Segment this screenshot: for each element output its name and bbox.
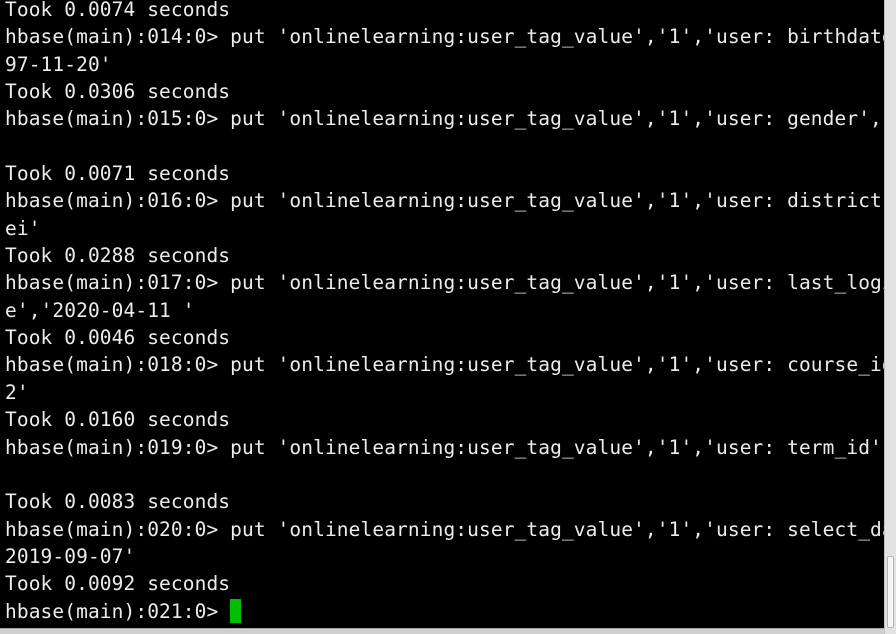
command-line: hbase(main):016:0> put 'onlinelearning:u… — [5, 189, 884, 213]
output-line: 2019-09-07' — [5, 544, 136, 568]
window-bottom-edge — [0, 628, 884, 634]
command-line: hbase(main):020:0> put 'onlinelearning:u… — [5, 517, 884, 541]
terminal-screen[interactable]: Took 0.0074 seconds hbase(main):014:0> p… — [0, 0, 884, 628]
output-line: Took 0.0306 seconds — [5, 80, 231, 104]
command-line: hbase(main):015:0> put 'onlinelearning:u… — [5, 107, 884, 131]
output-line: e','2020-04-11 ' — [5, 298, 195, 322]
terminal-output: Took 0.0074 seconds hbase(main):014:0> p… — [5, 0, 884, 625]
output-line: 97-11-20' — [5, 52, 112, 76]
scrollbar-thumb[interactable] — [887, 556, 894, 628]
shell-prompt: hbase(main):021:0> — [5, 599, 231, 623]
command-line: hbase(main):018:0> put 'onlinelearning:u… — [5, 353, 884, 377]
output-line: Took 0.0160 seconds — [5, 408, 231, 432]
output-line: Took 0.0046 seconds — [5, 326, 231, 350]
text-cursor — [230, 598, 242, 623]
command-line: hbase(main):014:0> put 'onlinelearning:u… — [5, 25, 884, 49]
command-line: hbase(main):017:0> put 'onlinelearning:u… — [5, 271, 884, 295]
output-line: Took 0.0092 seconds — [5, 572, 231, 596]
terminal-window: Took 0.0074 seconds hbase(main):014:0> p… — [0, 0, 896, 634]
output-line: ei' — [5, 216, 41, 240]
output-line: 2' — [5, 380, 29, 404]
output-line: Took 0.0074 seconds — [5, 0, 231, 21]
output-line: Took 0.0071 seconds — [5, 162, 231, 186]
command-line: hbase(main):019:0> put 'onlinelearning:u… — [5, 435, 884, 459]
output-line: Took 0.0288 seconds — [5, 244, 231, 268]
output-line: Took 0.0083 seconds — [5, 490, 231, 514]
prompt-line[interactable]: hbase(main):021:0> — [5, 598, 884, 625]
vertical-scrollbar[interactable] — [884, 0, 896, 634]
